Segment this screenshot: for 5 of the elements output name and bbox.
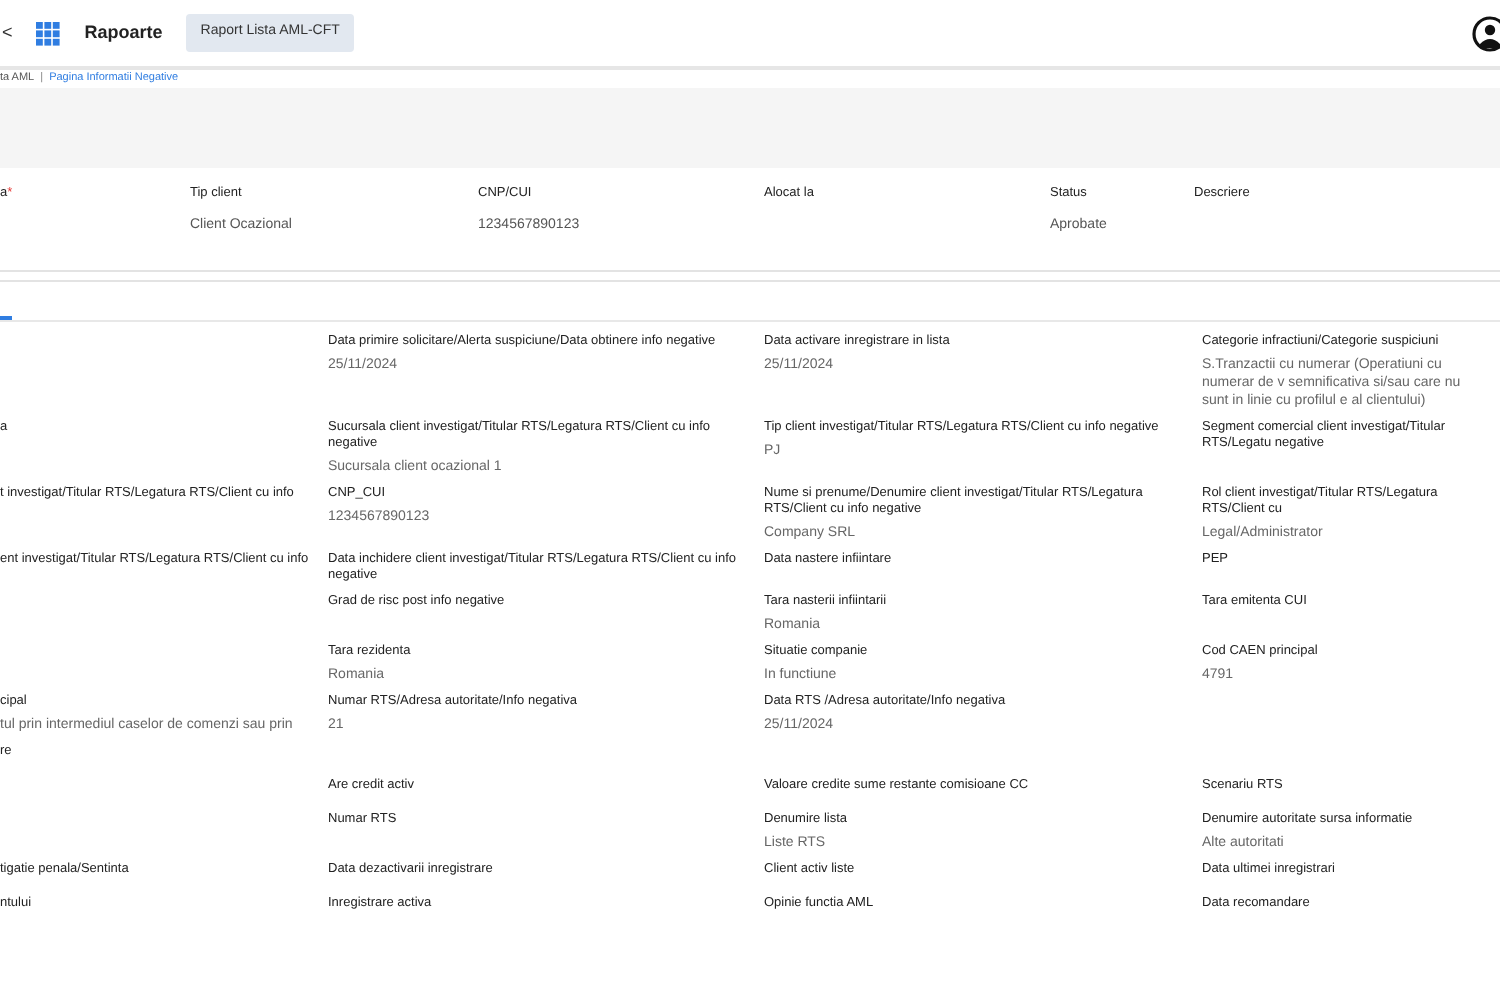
apps-grid-icon[interactable] (36, 21, 61, 45)
active-tab-indicator (0, 316, 12, 320)
app-title: Rapoarte (84, 19, 163, 46)
user-avatar-icon[interactable] (1472, 15, 1500, 51)
back-glyph[interactable]: < (2, 19, 13, 47)
